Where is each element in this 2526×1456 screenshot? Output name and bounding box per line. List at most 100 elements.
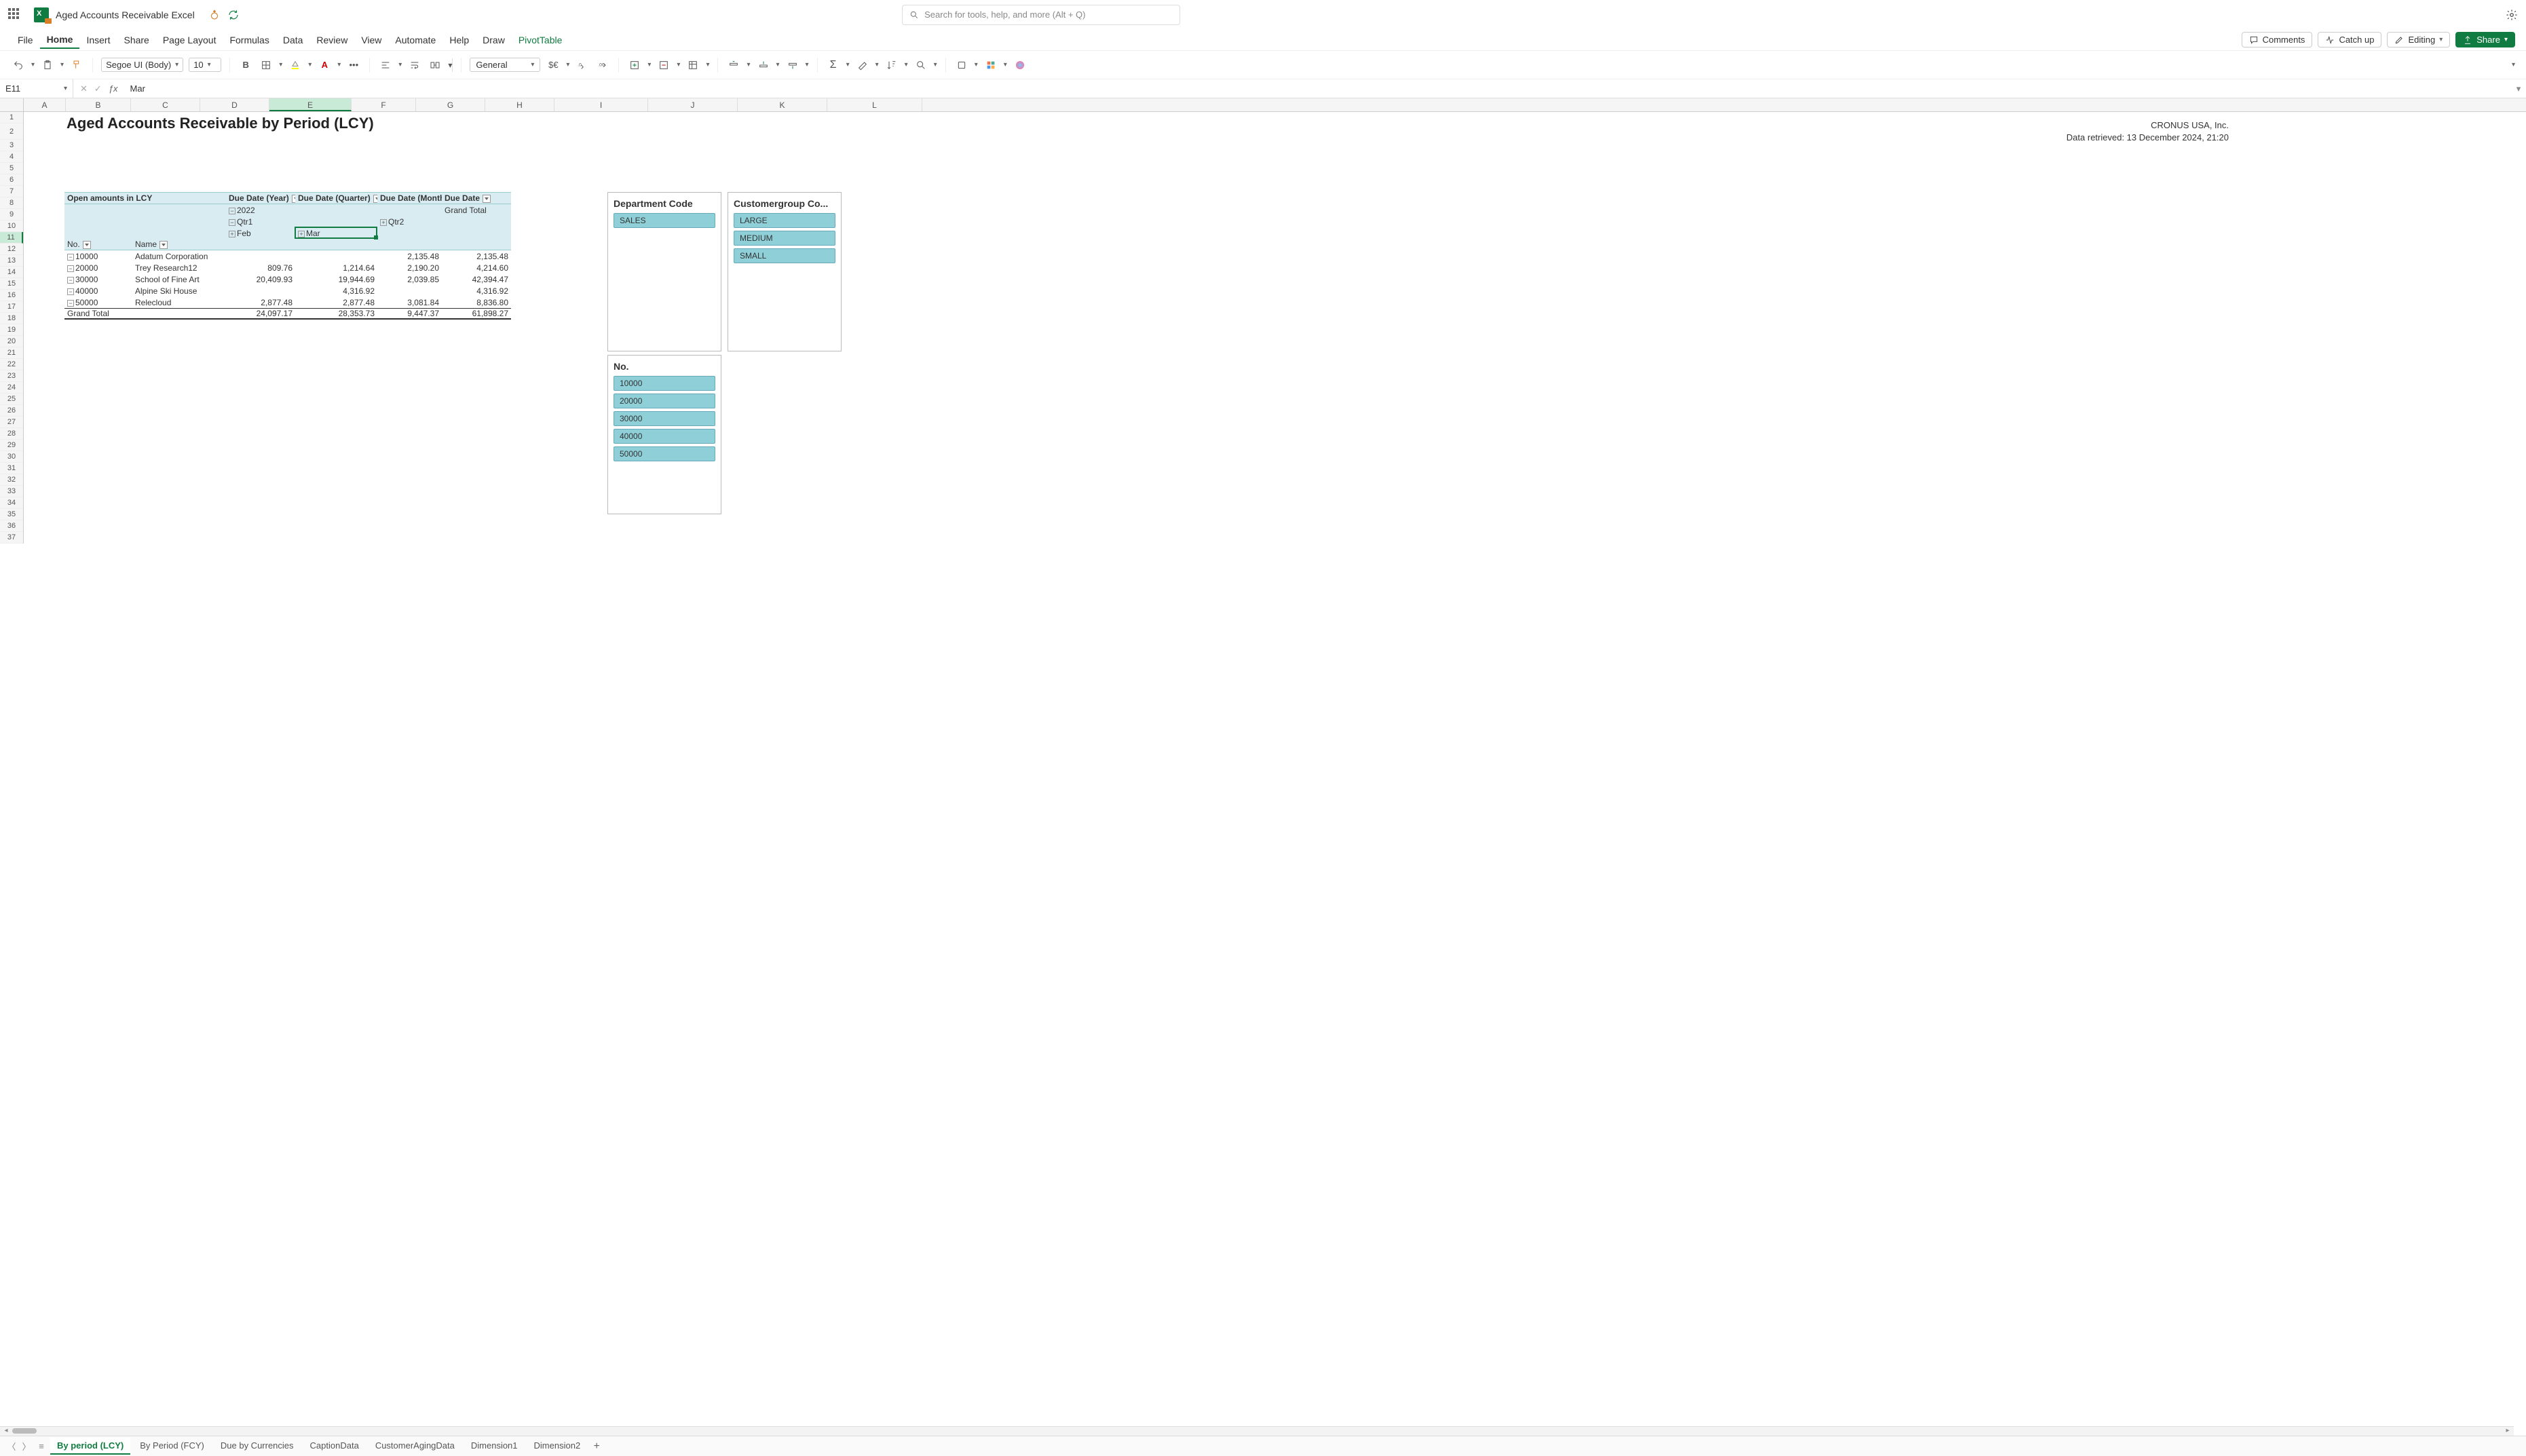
scroll-left-icon[interactable]: ◂	[1, 1427, 11, 1434]
sheet-tab[interactable]: By Period (FCY)	[133, 1438, 211, 1455]
sensitivity-icon[interactable]	[208, 9, 221, 21]
settings-icon[interactable]	[2506, 9, 2518, 21]
insert-below-dropdown[interactable]: ▾	[806, 61, 809, 69]
paste-options-dropdown[interactable]: ▾	[60, 61, 64, 69]
clear-button[interactable]	[855, 56, 870, 74]
addins-dropdown[interactable]: ▾	[1004, 61, 1007, 69]
number-format-select[interactable]: General▾	[470, 58, 540, 72]
row-header[interactable]: 36	[0, 520, 23, 532]
column-header[interactable]: J	[648, 98, 738, 111]
slicer-department-code[interactable]: Department Code SALES	[607, 192, 721, 351]
tab-file[interactable]: File	[11, 32, 40, 48]
column-header[interactable]: G	[416, 98, 485, 111]
fx-icon[interactable]: ƒx	[109, 83, 118, 94]
row-header[interactable]: 24	[0, 382, 23, 394]
insert-cells-dropdown[interactable]: ▾	[647, 61, 651, 69]
row-header[interactable]: 3	[0, 140, 23, 151]
copilot-button[interactable]	[1013, 56, 1028, 74]
font-color-button[interactable]: A	[317, 56, 332, 74]
insert-above-dropdown[interactable]: ▾	[776, 61, 780, 69]
row-header[interactable]: 20	[0, 336, 23, 347]
row-header[interactable]: 7	[0, 186, 23, 197]
insert-below-button[interactable]	[785, 56, 800, 74]
tab-automate[interactable]: Automate	[388, 32, 442, 48]
autosum-dropdown[interactable]: ▾	[846, 61, 850, 69]
expand-icon[interactable]: +	[298, 231, 305, 237]
collapse-icon[interactable]: −	[67, 254, 74, 261]
tab-pivottable[interactable]: PivotTable	[512, 32, 569, 48]
app-launcher-icon[interactable]	[8, 8, 22, 22]
ribbon-overflow[interactable]: ▾	[2512, 61, 2515, 69]
row-header[interactable]: 25	[0, 394, 23, 405]
row-header[interactable]: 21	[0, 347, 23, 359]
add-sheet-button[interactable]: +	[590, 1440, 603, 1453]
find-button[interactable]	[913, 56, 928, 74]
align-dropdown[interactable]: ▾	[398, 61, 402, 69]
row-header[interactable]: 33	[0, 486, 23, 497]
slicer-item[interactable]: 10000	[614, 376, 715, 391]
collapse-icon[interactable]: −	[67, 277, 74, 284]
insert-rows-button[interactable]	[726, 56, 741, 74]
row-header[interactable]: 4	[0, 151, 23, 163]
slicer-item[interactable]: MEDIUM	[734, 231, 835, 246]
row-header[interactable]: 5	[0, 163, 23, 174]
name-box[interactable]: E11 ▾	[0, 79, 73, 98]
column-header[interactable]: C	[131, 98, 200, 111]
catch-up-button[interactable]: Catch up	[2318, 32, 2381, 47]
sync-icon[interactable]	[227, 9, 240, 21]
format-cells-button[interactable]	[685, 56, 700, 74]
row-header[interactable]: 34	[0, 497, 23, 509]
rows-dropdown[interactable]: ▾	[747, 61, 750, 69]
sheet-tab[interactable]: Dimension2	[527, 1438, 588, 1455]
slicer-customergroup[interactable]: Customergroup Co... LARGE MEDIUM SMALL	[728, 192, 842, 351]
paste-button[interactable]	[40, 56, 55, 74]
tab-home[interactable]: Home	[40, 31, 80, 49]
sheet-tab[interactable]: Dimension1	[464, 1438, 525, 1455]
tab-insert[interactable]: Insert	[79, 32, 117, 48]
delete-cells-button[interactable]	[656, 56, 671, 74]
row-header[interactable]: 22	[0, 359, 23, 370]
collapse-icon[interactable]: −	[229, 219, 235, 226]
filter-icon[interactable]	[373, 195, 377, 203]
enter-formula-icon[interactable]: ✓	[94, 83, 102, 94]
borders-dropdown[interactable]: ▾	[279, 61, 282, 69]
tab-data[interactable]: Data	[276, 32, 310, 48]
expand-icon[interactable]: +	[229, 231, 235, 237]
slicer-item[interactable]: SMALL	[734, 248, 835, 263]
slicer-item[interactable]: 40000	[614, 429, 715, 444]
search-input[interactable]: Search for tools, help, and more (Alt + …	[902, 5, 1180, 25]
row-header[interactable]: 13	[0, 255, 23, 267]
no-header[interactable]: No.	[64, 240, 132, 249]
tab-help[interactable]: Help	[442, 32, 476, 48]
slicer-item[interactable]: 50000	[614, 446, 715, 461]
document-title[interactable]: Aged Accounts Receivable Excel	[56, 9, 195, 20]
tab-draw[interactable]: Draw	[476, 32, 512, 48]
font-name-select[interactable]: Segoe UI (Body)▾	[101, 58, 183, 72]
bold-button[interactable]: B	[238, 56, 253, 74]
column-header[interactable]: A	[24, 98, 66, 111]
comments-button[interactable]: Comments	[2242, 32, 2313, 47]
row-header[interactable]: 12	[0, 244, 23, 255]
row-header[interactable]: 26	[0, 405, 23, 417]
expand-formula-bar[interactable]: ▾	[2511, 83, 2526, 94]
currency-dropdown[interactable]: ▾	[566, 61, 569, 69]
sheet-tab[interactable]: By period (LCY)	[50, 1438, 130, 1455]
undo-button[interactable]	[11, 56, 26, 74]
tab-view[interactable]: View	[354, 32, 388, 48]
sensitivity-button[interactable]	[954, 56, 969, 74]
editing-mode-button[interactable]: Editing ▾	[2387, 32, 2450, 47]
sensitivity-dropdown[interactable]: ▾	[975, 61, 978, 69]
expand-icon[interactable]: +	[380, 219, 387, 226]
scroll-right-icon[interactable]: ▸	[2503, 1427, 2512, 1434]
clear-dropdown[interactable]: ▾	[875, 61, 879, 69]
collapse-icon[interactable]: −	[229, 208, 235, 214]
row-header[interactable]: 23	[0, 370, 23, 382]
row-header[interactable]: 37	[0, 532, 23, 543]
cancel-formula-icon[interactable]: ✕	[80, 83, 88, 94]
row-header[interactable]: 31	[0, 463, 23, 474]
row-header[interactable]: 14	[0, 267, 23, 278]
sheet-tab[interactable]: CustomerAgingData	[369, 1438, 461, 1455]
font-color-dropdown[interactable]: ▾	[337, 61, 341, 69]
row-header[interactable]: 9	[0, 209, 23, 221]
table-row[interactable]: −40000Alpine Ski House4,316.924,316.92	[64, 285, 511, 296]
